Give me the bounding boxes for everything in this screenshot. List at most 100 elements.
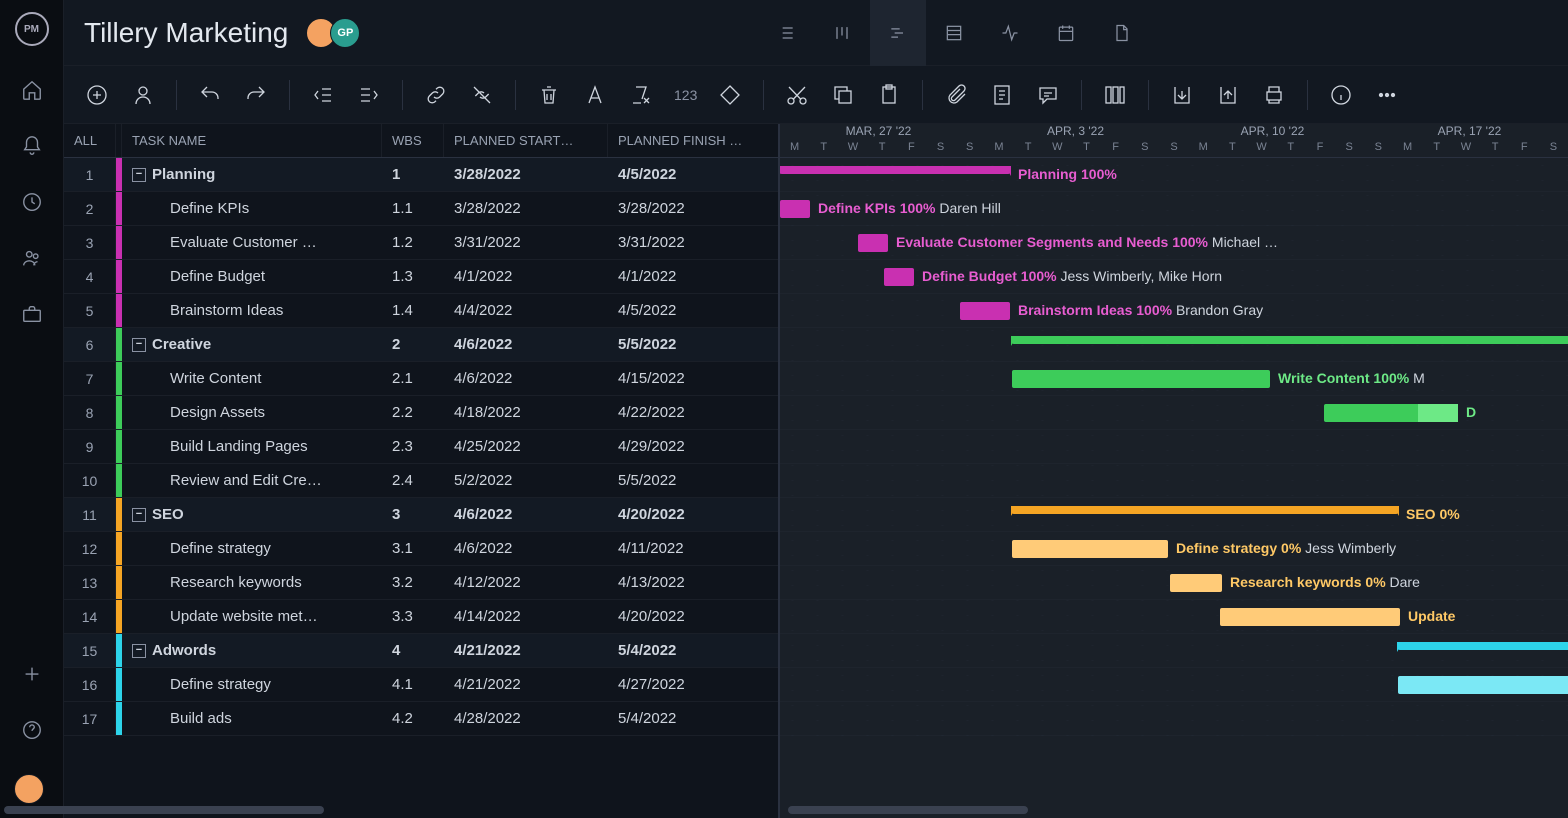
view-sheet-icon[interactable] (926, 0, 982, 66)
trash-icon[interactable] (536, 82, 562, 108)
paste-icon[interactable] (876, 82, 902, 108)
briefcase-icon[interactable] (20, 302, 44, 326)
text-icon[interactable] (582, 82, 608, 108)
notes-icon[interactable] (989, 82, 1015, 108)
view-gantt-icon[interactable] (870, 0, 926, 66)
task-bar[interactable] (858, 234, 888, 252)
task-name-cell[interactable]: Brainstorm Ideas (122, 294, 382, 327)
gantt-row[interactable] (780, 464, 1568, 498)
columns-icon[interactable] (1102, 82, 1128, 108)
gantt-row[interactable] (780, 634, 1568, 668)
task-row[interactable]: 6 −Creative 2 4/6/2022 5/5/2022 (64, 328, 778, 362)
add-icon[interactable] (20, 662, 44, 686)
task-name-cell[interactable]: −Adwords (122, 634, 382, 667)
task-name-cell[interactable]: Research keywords (122, 566, 382, 599)
app-logo[interactable]: PM (15, 12, 49, 46)
task-row[interactable]: 13 Research keywords 3.2 4/12/2022 4/13/… (64, 566, 778, 600)
info-icon[interactable] (1328, 82, 1354, 108)
copy-icon[interactable] (830, 82, 856, 108)
task-bar[interactable] (1012, 540, 1168, 558)
task-name-cell[interactable]: Build Landing Pages (122, 430, 382, 463)
clear-format-icon[interactable] (628, 82, 654, 108)
user-avatar[interactable] (14, 774, 44, 804)
task-bar[interactable] (1170, 574, 1222, 592)
task-name-cell[interactable]: Write Content (122, 362, 382, 395)
task-name-cell[interactable]: Define KPIs (122, 192, 382, 225)
team-icon[interactable] (20, 246, 44, 270)
col-start[interactable]: PLANNED START… (444, 124, 608, 157)
cut-icon[interactable] (784, 82, 810, 108)
bell-icon[interactable] (20, 134, 44, 158)
gantt-row[interactable]: Update (780, 600, 1568, 634)
task-row[interactable]: 17 Build ads 4.2 4/28/2022 5/4/2022 (64, 702, 778, 736)
task-name-cell[interactable]: −Creative (122, 328, 382, 361)
comment-icon[interactable] (1035, 82, 1061, 108)
gantt-row[interactable] (780, 430, 1568, 464)
task-name-cell[interactable]: Build ads (122, 702, 382, 735)
task-bar[interactable] (1220, 608, 1400, 626)
view-calendar-icon[interactable] (1038, 0, 1094, 66)
link-icon[interactable] (423, 82, 449, 108)
undo-icon[interactable] (197, 82, 223, 108)
import-icon[interactable] (1169, 82, 1195, 108)
task-row[interactable]: 5 Brainstorm Ideas 1.4 4/4/2022 4/5/2022 (64, 294, 778, 328)
add-task-icon[interactable] (84, 82, 110, 108)
attachment-icon[interactable] (943, 82, 969, 108)
gantt-row[interactable]: Write Content 100% M (780, 362, 1568, 396)
gantt-row[interactable]: Research keywords 0% Dare (780, 566, 1568, 600)
task-row[interactable]: 7 Write Content 2.1 4/6/2022 4/15/2022 (64, 362, 778, 396)
task-bar[interactable] (960, 302, 1010, 320)
task-name-cell[interactable]: Review and Edit Cre… (122, 464, 382, 497)
gantt-row[interactable]: SEO 0% (780, 498, 1568, 532)
task-row[interactable]: 16 Define strategy 4.1 4/21/2022 4/27/20… (64, 668, 778, 702)
collapse-icon[interactable]: − (132, 508, 146, 522)
task-name-cell[interactable]: Define strategy (122, 668, 382, 701)
gantt-row[interactable]: Define Budget 100% Jess Wimberly, Mike H… (780, 260, 1568, 294)
col-taskname[interactable]: TASK NAME (122, 124, 382, 157)
task-bar[interactable] (1398, 676, 1568, 694)
task-bar[interactable] (1012, 370, 1270, 388)
collapse-icon[interactable]: − (132, 644, 146, 658)
task-bar[interactable] (780, 200, 810, 218)
more-icon[interactable] (1374, 82, 1400, 108)
task-name-cell[interactable]: Update website met… (122, 600, 382, 633)
gantt-row[interactable]: Define KPIs 100% Daren Hill (780, 192, 1568, 226)
gantt-row[interactable] (780, 668, 1568, 702)
gantt-row[interactable]: Define strategy 0% Jess Wimberly (780, 532, 1568, 566)
gantt-row[interactable]: Brainstorm Ideas 100% Brandon Gray (780, 294, 1568, 328)
home-icon[interactable] (20, 78, 44, 102)
col-wbs[interactable]: WBS (382, 124, 444, 157)
outdent-icon[interactable] (310, 82, 336, 108)
task-row[interactable]: 12 Define strategy 3.1 4/6/2022 4/11/202… (64, 532, 778, 566)
task-row[interactable]: 10 Review and Edit Cre… 2.4 5/2/2022 5/5… (64, 464, 778, 498)
task-row[interactable]: 14 Update website met… 3.3 4/14/2022 4/2… (64, 600, 778, 634)
member-avatars[interactable]: GP (312, 18, 360, 48)
col-all[interactable]: ALL (64, 124, 116, 157)
view-file-icon[interactable] (1094, 0, 1150, 66)
indent-icon[interactable] (356, 82, 382, 108)
task-row[interactable]: 8 Design Assets 2.2 4/18/2022 4/22/2022 (64, 396, 778, 430)
grid-scrollbar[interactable] (64, 806, 780, 816)
task-row[interactable]: 3 Evaluate Customer … 1.2 3/31/2022 3/31… (64, 226, 778, 260)
view-board-icon[interactable] (814, 0, 870, 66)
task-row[interactable]: 15 −Adwords 4 4/21/2022 5/4/2022 (64, 634, 778, 668)
task-bar[interactable] (884, 268, 914, 286)
task-row[interactable]: 11 −SEO 3 4/6/2022 4/20/2022 (64, 498, 778, 532)
numbering-label[interactable]: 123 (674, 87, 697, 103)
help-icon[interactable] (20, 718, 44, 742)
export-icon[interactable] (1215, 82, 1241, 108)
task-row[interactable]: 1 −Planning 1 3/28/2022 4/5/2022 (64, 158, 778, 192)
summary-bar[interactable] (1012, 336, 1568, 344)
collapse-icon[interactable]: − (132, 168, 146, 182)
summary-bar[interactable] (780, 166, 1010, 174)
gantt-row[interactable] (780, 702, 1568, 736)
task-name-cell[interactable]: Evaluate Customer … (122, 226, 382, 259)
print-icon[interactable] (1261, 82, 1287, 108)
task-name-cell[interactable]: Define strategy (122, 532, 382, 565)
task-row[interactable]: 4 Define Budget 1.3 4/1/2022 4/1/2022 (64, 260, 778, 294)
redo-icon[interactable] (243, 82, 269, 108)
gantt-row[interactable]: D (780, 396, 1568, 430)
clock-icon[interactable] (20, 190, 44, 214)
view-list-icon[interactable] (758, 0, 814, 66)
task-name-cell[interactable]: Define Budget (122, 260, 382, 293)
